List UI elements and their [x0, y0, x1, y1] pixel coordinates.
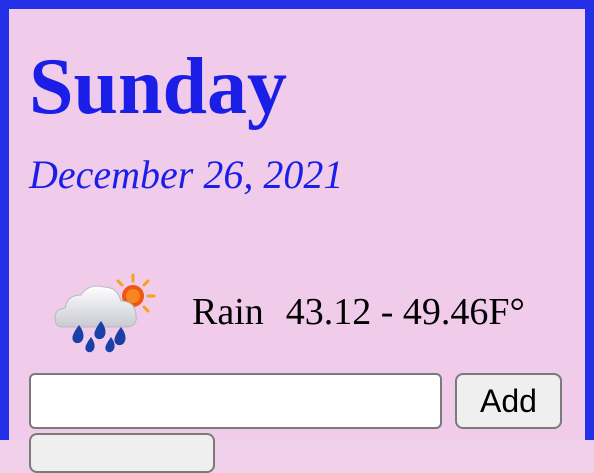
rain-sun-cloud-icon — [54, 273, 156, 353]
day-date: December 26, 2021 — [29, 152, 344, 197]
temperature-range: 43.12 - 49.46F° — [285, 291, 525, 333]
task-input[interactable] — [29, 373, 442, 429]
day-card: Sunday December 26, 2021 Rain 43.12 - 49… — [0, 0, 594, 473]
day-name: Sunday — [29, 43, 287, 131]
add-button[interactable]: Add — [455, 373, 562, 429]
weather-condition: Rain — [192, 291, 264, 333]
partial-control[interactable] — [29, 433, 215, 473]
weather-summary: Rain 43.12 - 49.46F° — [192, 293, 525, 331]
